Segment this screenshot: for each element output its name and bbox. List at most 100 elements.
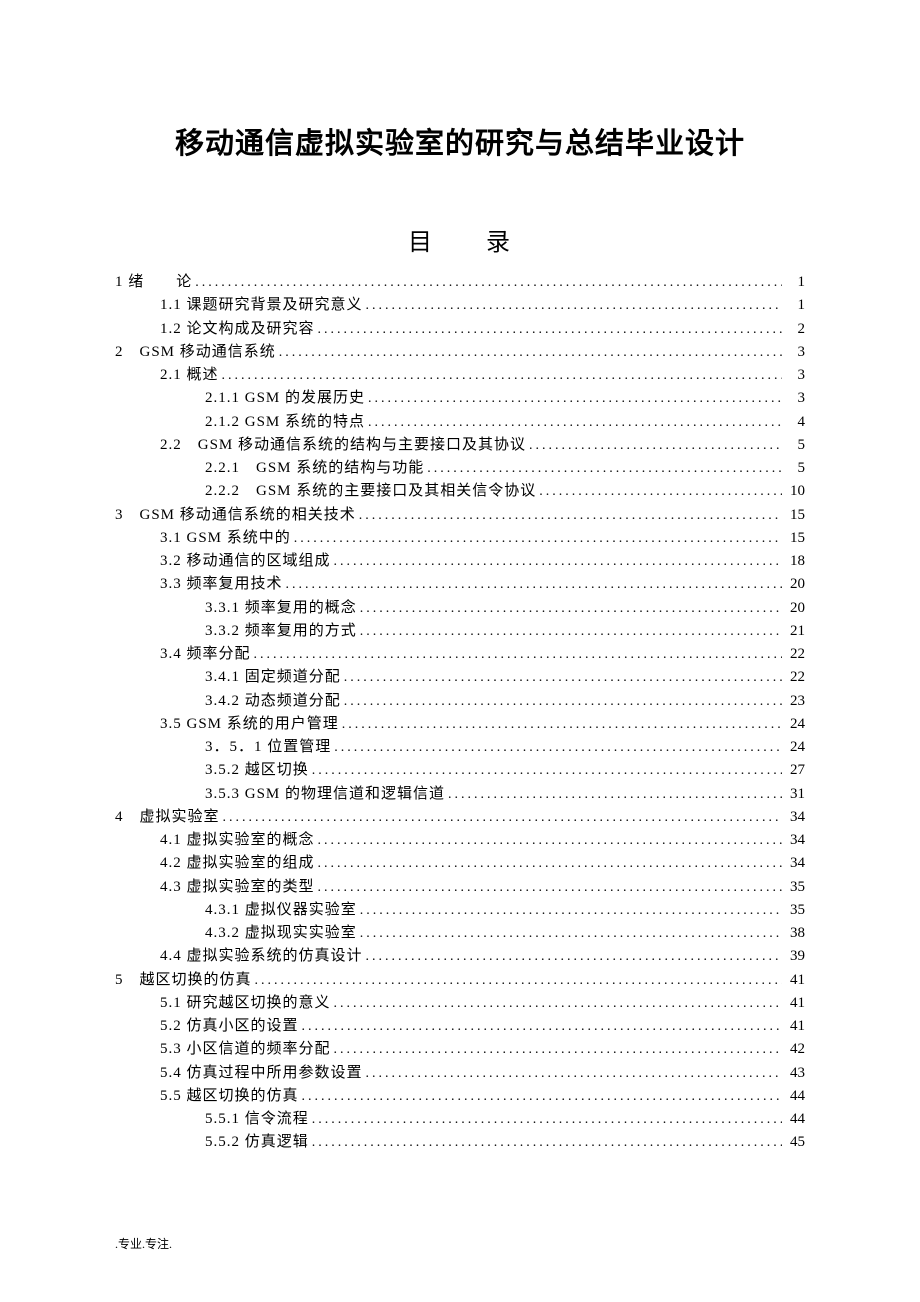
toc-leader-dots <box>223 806 782 829</box>
toc-entry-page: 38 <box>785 922 805 945</box>
toc-leader-dots <box>318 318 782 341</box>
toc-entry-label: 4.1 虚拟实验室的概念 <box>160 829 315 852</box>
toc-entry: 5 越区切换的仿真 41 <box>115 969 805 992</box>
toc-entry-label: 2.2 GSM 移动通信系统的结构与主要接口及其协议 <box>160 434 526 457</box>
toc-entry: 5.5.1 信令流程44 <box>115 1108 805 1131</box>
toc-leader-dots <box>334 992 782 1015</box>
toc-entry-page: 41 <box>785 1015 805 1038</box>
toc-leader-dots <box>318 852 782 875</box>
toc-entry-label: 4.3.1 虚拟仪器实验室 <box>205 899 357 922</box>
toc-leader-dots <box>360 620 782 643</box>
toc-leader-dots <box>342 713 782 736</box>
toc-entry: 3.1 GSM 系统中的 15 <box>115 527 805 550</box>
toc-entry-label: 4 虚拟实验室 <box>115 806 220 829</box>
toc-entry-page: 15 <box>785 527 805 550</box>
toc-leader-dots <box>360 899 782 922</box>
toc-entry: 2.2 GSM 移动通信系统的结构与主要接口及其协议 5 <box>115 434 805 457</box>
toc-heading: 目 录 <box>115 222 805 257</box>
toc-entry: 4.4 虚拟实验系统的仿真设计39 <box>115 945 805 968</box>
toc-entry-page: 21 <box>785 620 805 643</box>
toc-entry-page: 45 <box>785 1131 805 1154</box>
toc-leader-dots <box>312 1108 782 1131</box>
toc-entry-label: 1.1 课题研究背景及研究意义 <box>160 294 363 317</box>
toc-entry-page: 42 <box>785 1038 805 1061</box>
toc-entry-page: 34 <box>785 829 805 852</box>
toc-entry-label: 2.1 概述 <box>160 364 219 387</box>
toc-entry-page: 24 <box>785 736 805 759</box>
toc-entry-page: 41 <box>785 992 805 1015</box>
toc-entry-label: 5.5.2 仿真逻辑 <box>205 1131 309 1154</box>
toc-entry: 2 GSM 移动通信系统3 <box>115 341 805 364</box>
toc-entry-page: 4 <box>785 411 805 434</box>
toc-leader-dots <box>529 434 782 457</box>
toc-entry-page: 44 <box>785 1108 805 1131</box>
toc-leader-dots <box>360 922 782 945</box>
toc-entry-page: 20 <box>785 597 805 620</box>
toc-entry-label: 3.4.2 动态频道分配 <box>205 690 341 713</box>
toc-leader-dots <box>302 1085 782 1108</box>
toc-entry-page: 18 <box>785 550 805 573</box>
toc-entry: 2.1 概述 3 <box>115 364 805 387</box>
toc-entry: 3.5.2 越区切换27 <box>115 759 805 782</box>
toc-entry-label: 4.2 虚拟实验室的组成 <box>160 852 315 875</box>
toc-leader-dots <box>368 411 782 434</box>
toc-leader-dots <box>312 1131 782 1154</box>
toc-entry-page: 22 <box>785 666 805 689</box>
toc-entry: 1.2 论文构成及研究容2 <box>115 318 805 341</box>
toc-entry-page: 41 <box>785 969 805 992</box>
toc-entry: 3.5 GSM 系统的用户管理24 <box>115 713 805 736</box>
toc-entry-page: 1 <box>785 271 805 294</box>
toc-entry: 5.2 仿真小区的设置 41 <box>115 1015 805 1038</box>
toc-entry-page: 35 <box>785 899 805 922</box>
toc-leader-dots <box>286 573 782 596</box>
toc-entry: 2.2.2 GSM 系统的主要接口及其相关信令协议 10 <box>115 480 805 503</box>
toc-entry: 4.2 虚拟实验室的组成34 <box>115 852 805 875</box>
toc-leader-dots <box>368 387 782 410</box>
toc-entry: 3.4 频率分配22 <box>115 643 805 666</box>
table-of-contents: 1 绪 论11.1 课题研究背景及研究意义11.2 论文构成及研究容22 GSM… <box>115 271 805 1155</box>
toc-entry-label: 4.4 虚拟实验系统的仿真设计 <box>160 945 363 968</box>
toc-entry-page: 3 <box>785 364 805 387</box>
toc-entry-label: 5.5 越区切换的仿真 <box>160 1085 299 1108</box>
toc-entry-label: 1 绪 论 <box>115 271 192 294</box>
toc-entry-label: 5.2 仿真小区的设置 <box>160 1015 299 1038</box>
toc-entry: 4 虚拟实验室 34 <box>115 806 805 829</box>
toc-entry-label: 5.1 研究越区切换的意义 <box>160 992 331 1015</box>
toc-entry-label: 1.2 论文构成及研究容 <box>160 318 315 341</box>
toc-entry-label: 2.2.2 GSM 系统的主要接口及其相关信令协议 <box>205 480 536 503</box>
toc-entry-label: 3.3.1 频率复用的概念 <box>205 597 357 620</box>
toc-entry: 2.1.2 GSM 系统的特点4 <box>115 411 805 434</box>
toc-entry-label: 2.1.1 GSM 的发展历史 <box>205 387 365 410</box>
toc-entry: 5.5.2 仿真逻辑 45 <box>115 1131 805 1154</box>
toc-entry-label: 4.3.2 虚拟现实实验室 <box>205 922 357 945</box>
footer-text: .专业.专注. <box>115 1235 172 1252</box>
toc-entry: 3.3.2 频率复用的方式21 <box>115 620 805 643</box>
toc-entry-page: 44 <box>785 1085 805 1108</box>
toc-entry-label: 3 GSM 移动通信系统的相关技术 <box>115 504 356 527</box>
toc-entry: 4.3.2 虚拟现实实验室 38 <box>115 922 805 945</box>
toc-entry-label: 2 GSM 移动通信系统 <box>115 341 276 364</box>
toc-leader-dots <box>195 271 782 294</box>
toc-entry-page: 24 <box>785 713 805 736</box>
toc-entry-label: 3.1 GSM 系统中的 <box>160 527 291 550</box>
toc-entry: 3．5．1 位置管理24 <box>115 736 805 759</box>
toc-entry-page: 31 <box>785 783 805 806</box>
toc-leader-dots <box>366 294 782 317</box>
toc-entry-page: 10 <box>785 480 805 503</box>
toc-entry-page: 15 <box>785 504 805 527</box>
toc-entry: 4.3 虚拟实验室的类型35 <box>115 876 805 899</box>
toc-entry-page: 34 <box>785 806 805 829</box>
toc-entry-page: 3 <box>785 387 805 410</box>
toc-entry: 5.5 越区切换的仿真 44 <box>115 1085 805 1108</box>
toc-entry: 3.3.1 频率复用的概念 20 <box>115 597 805 620</box>
toc-entry: 3 GSM 移动通信系统的相关技术 15 <box>115 504 805 527</box>
toc-leader-dots <box>359 504 782 527</box>
toc-entry: 3.3 频率复用技术20 <box>115 573 805 596</box>
toc-leader-dots <box>427 457 782 480</box>
toc-entry-page: 5 <box>785 434 805 457</box>
toc-entry-label: 5 越区切换的仿真 <box>115 969 252 992</box>
toc-entry: 5.3 小区信道的频率分配42 <box>115 1038 805 1061</box>
toc-entry: 3.2 移动通信的区域组成18 <box>115 550 805 573</box>
toc-leader-dots <box>294 527 782 550</box>
toc-entry-page: 35 <box>785 876 805 899</box>
